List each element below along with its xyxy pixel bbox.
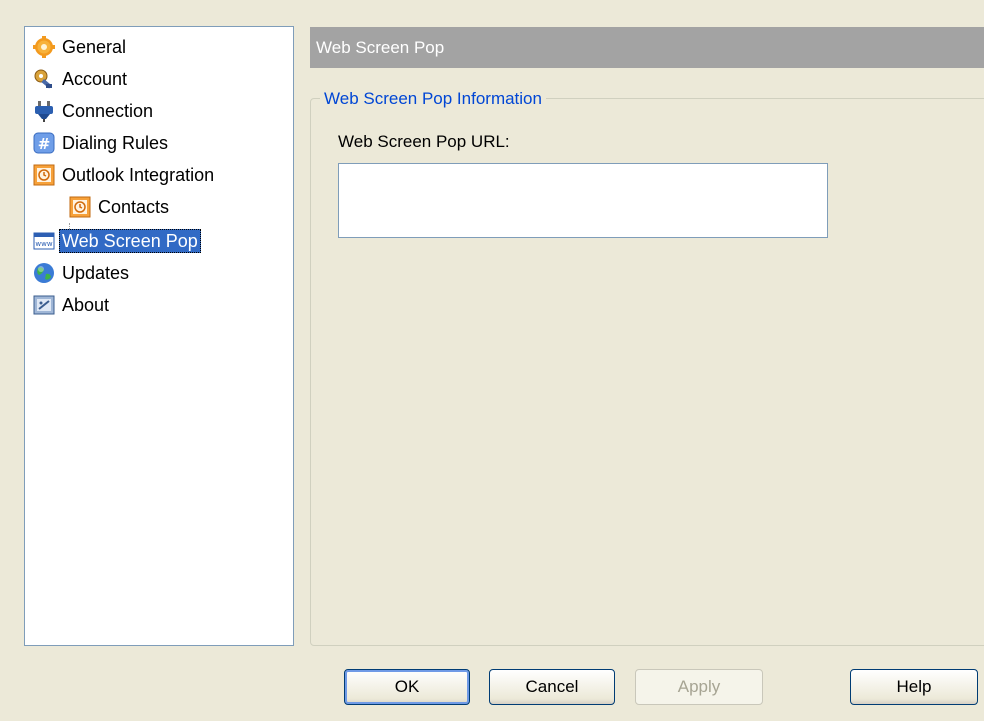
svg-text:www: www: [35, 240, 52, 248]
svg-text:#: #: [38, 135, 51, 153]
key-icon: [33, 68, 55, 90]
tree-item-label: Outlook Integration: [62, 165, 215, 185]
clock-icon: [69, 196, 91, 218]
tree-item-about[interactable]: About: [33, 291, 112, 319]
tree-item-dialing-rules[interactable]: # Dialing Rules: [33, 129, 171, 157]
tree-item-updates[interactable]: Updates: [33, 259, 132, 287]
tree-item-contacts[interactable]: Contacts: [69, 193, 172, 221]
tree-item-outlook-integration[interactable]: Outlook Integration: [33, 161, 217, 189]
globe-icon: [33, 262, 55, 284]
apply-button: Apply: [635, 669, 763, 705]
url-input[interactable]: [338, 163, 828, 238]
settings-tree[interactable]: General Account Connection # Dialing Rul…: [24, 26, 294, 646]
tree-item-label: Updates: [62, 263, 130, 283]
tree-item-connection[interactable]: Connection: [33, 97, 156, 125]
tree-item-general[interactable]: General: [33, 33, 129, 61]
tree-item-label: About: [62, 295, 110, 315]
gear-icon: [33, 36, 55, 58]
help-button[interactable]: Help: [850, 669, 978, 705]
cancel-button[interactable]: Cancel: [489, 669, 615, 705]
tree-item-label: Account: [62, 69, 128, 89]
clock-icon: [33, 164, 55, 186]
panel-header: Web Screen Pop: [310, 27, 984, 68]
tree-item-label: Contacts: [98, 197, 170, 217]
tree-item-web-screen-pop[interactable]: www Web Screen Pop: [33, 227, 201, 255]
tree-item-label: Dialing Rules: [62, 133, 169, 153]
www-icon: www: [33, 230, 55, 252]
tree-item-account[interactable]: Account: [33, 65, 130, 93]
plug-icon: [33, 100, 55, 122]
ok-button[interactable]: OK: [344, 669, 470, 705]
group-title: Web Screen Pop Information: [320, 88, 546, 110]
tree-item-label: General: [62, 37, 127, 57]
hash-icon: #: [33, 132, 55, 154]
about-icon: [33, 294, 55, 316]
tree-item-label: Connection: [62, 101, 154, 121]
tree-item-label: Web Screen Pop: [59, 229, 201, 253]
url-label: Web Screen Pop URL:: [338, 132, 510, 151]
